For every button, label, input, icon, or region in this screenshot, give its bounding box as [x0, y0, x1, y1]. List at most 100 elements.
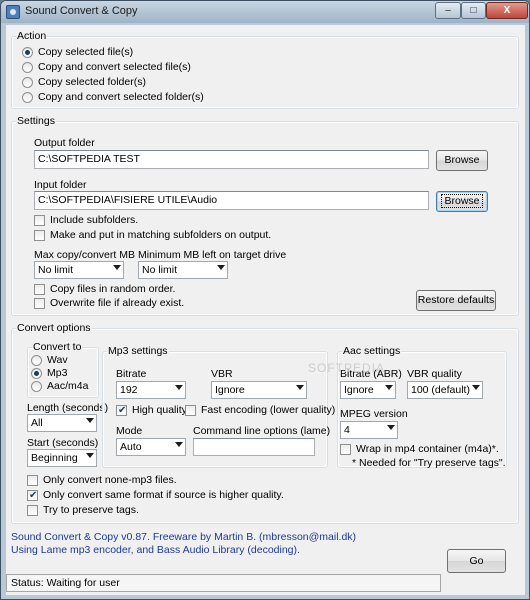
aac-vbr-label: VBR quality [407, 368, 462, 380]
checkbox-box[interactable] [27, 489, 38, 502]
mp3-mode-select[interactable]: Auto [116, 438, 186, 456]
mp3-vbr-select[interactable]: Ignore [211, 381, 307, 399]
start-select[interactable]: Beginning [27, 449, 97, 467]
radio-dot[interactable] [22, 77, 33, 88]
checkbox-label: Try to preserve tags. [43, 504, 139, 516]
start-label: Start (seconds) [27, 437, 99, 449]
input-folder-input[interactable]: C:\SOFTPEDIA\FISIERE UTILE\Audio [34, 191, 429, 210]
aac-bitrate-select[interactable]: Ignore [340, 381, 396, 399]
max-copy-select[interactable]: No limit [34, 261, 124, 279]
settings-group: Settings Output folder C:\SOFTPEDIA TEST… [11, 115, 519, 316]
chevron-down-icon[interactable] [472, 385, 480, 390]
radio-label: Copy selected file(s) [38, 46, 134, 58]
close-button[interactable]: X [486, 2, 528, 19]
radio-label: Mp3 [47, 367, 68, 379]
app-window: Sound Convert & Copy – □ X Action Copy s… [0, 0, 530, 600]
chevron-down-icon[interactable] [217, 265, 225, 270]
aac-note: * Needed for "Try preserve tags". [352, 457, 506, 469]
checkbox-box[interactable] [185, 405, 196, 416]
radio-label: Copy and convert selected file(s) [38, 61, 191, 73]
checkbox-box[interactable] [116, 404, 127, 417]
convert-to-group: Convert to Wav Mp3 Aac/m4a [27, 341, 99, 398]
chevron-down-icon[interactable] [86, 453, 94, 458]
radio-label: Wav [47, 354, 68, 366]
radio-label: Aac/m4a [47, 380, 89, 392]
button-label: Restore defaults [417, 294, 495, 306]
checkbox-label: Include subfolders. [50, 214, 139, 226]
button-label: Browse [441, 194, 483, 208]
client-area: Action Copy selected file(s) Copy and co… [6, 25, 525, 595]
button-label: Browse [444, 154, 480, 166]
mp3-settings-legend: Mp3 settings [107, 345, 169, 357]
go-button[interactable]: Go [447, 549, 506, 573]
radio-dot[interactable] [31, 368, 42, 379]
app-icon [6, 5, 20, 19]
chevron-down-icon[interactable] [175, 385, 183, 390]
restore-defaults-button[interactable]: Restore defaults [416, 290, 496, 311]
convert-to-legend: Convert to [32, 341, 83, 353]
minimize-button[interactable]: – [435, 2, 461, 19]
checkbox-label: Overwrite file if already exist. [50, 297, 185, 309]
checkbox-box[interactable] [34, 284, 45, 295]
button-label: Go [469, 555, 484, 567]
checkbox-label: Only convert same format if source is hi… [43, 489, 284, 501]
settings-legend: Settings [16, 115, 56, 127]
radio-label: Copy and convert selected folder(s) [38, 91, 204, 103]
select-value: 192 [120, 384, 138, 396]
chevron-down-icon[interactable] [385, 385, 393, 390]
mp3-bitrate-label: Bitrate [116, 368, 147, 380]
radio-dot[interactable] [22, 62, 33, 73]
radio-dot[interactable] [31, 381, 42, 392]
checkbox-box[interactable] [34, 298, 45, 309]
select-value: All [31, 417, 43, 429]
radio-dot[interactable] [31, 355, 42, 366]
min-left-select[interactable]: No limit [138, 261, 228, 279]
length-label: Length (seconds) [27, 402, 109, 414]
checkbox-label: Only convert none-mp3 files. [43, 474, 177, 486]
checkbox-box[interactable] [27, 475, 38, 486]
min-left-label: Minimum MB left on target drive [138, 249, 287, 261]
info-line-2: Using Lame mp3 encoder, and Bass Audio L… [11, 544, 300, 556]
status-bar: Status: Waiting for user [6, 574, 441, 592]
action-group: Action Copy selected file(s) Copy and co… [11, 30, 519, 109]
chevron-down-icon[interactable] [113, 265, 121, 270]
mpeg-version-select[interactable]: 4 [340, 421, 398, 439]
chevron-down-icon[interactable] [296, 385, 304, 390]
input-folder-label: Input folder [34, 179, 87, 191]
radio-dot[interactable] [22, 47, 33, 58]
mp3-settings-group: Mp3 settings Bitrate 192 VBR Ignore High… [102, 345, 335, 468]
cmdline-label: Command line options (lame) [193, 425, 331, 437]
chevron-down-icon[interactable] [387, 425, 395, 430]
mp3-bitrate-select[interactable]: 192 [116, 381, 186, 399]
checkbox-label: Fast encoding (lower quality) [201, 404, 336, 416]
input-browse-button[interactable]: Browse [436, 191, 488, 212]
select-value: 100 (default) [411, 384, 470, 396]
checkbox-box[interactable] [27, 505, 38, 516]
checkbox-label: Copy files in random order. [50, 283, 176, 295]
output-folder-input[interactable]: C:\SOFTPEDIA TEST [34, 150, 429, 169]
checkbox-label: High quality [132, 404, 187, 416]
checkbox-label: Wrap in mp4 container (m4a)*. [356, 443, 499, 455]
watermark: SOFTPEDIA [308, 361, 386, 375]
radio-label: Copy selected folder(s) [38, 76, 146, 88]
action-legend: Action [16, 30, 48, 42]
checkbox-box[interactable] [34, 215, 45, 226]
select-value: Ignore [215, 384, 245, 396]
mp3-mode-label: Mode [116, 425, 143, 437]
maximize-button[interactable]: □ [461, 2, 486, 19]
chevron-down-icon[interactable] [86, 418, 94, 423]
aac-settings-legend: Aac settings [342, 345, 402, 357]
checkbox-box[interactable] [340, 444, 351, 455]
output-browse-button[interactable]: Browse [436, 150, 488, 171]
length-select[interactable]: All [27, 414, 97, 432]
cmdline-input[interactable] [193, 438, 315, 456]
convert-options-group: Convert options Convert to Wav Mp3 Aac/m… [11, 322, 519, 524]
checkbox-box[interactable] [34, 230, 45, 241]
select-value: Ignore [344, 384, 374, 396]
chevron-down-icon[interactable] [175, 442, 183, 447]
select-value: 4 [344, 424, 350, 436]
radio-dot[interactable] [22, 92, 33, 103]
select-value: Auto [120, 441, 142, 453]
aac-vbr-select[interactable]: 100 (default) [407, 381, 483, 399]
title-bar[interactable]: Sound Convert & Copy – □ X [1, 1, 529, 23]
